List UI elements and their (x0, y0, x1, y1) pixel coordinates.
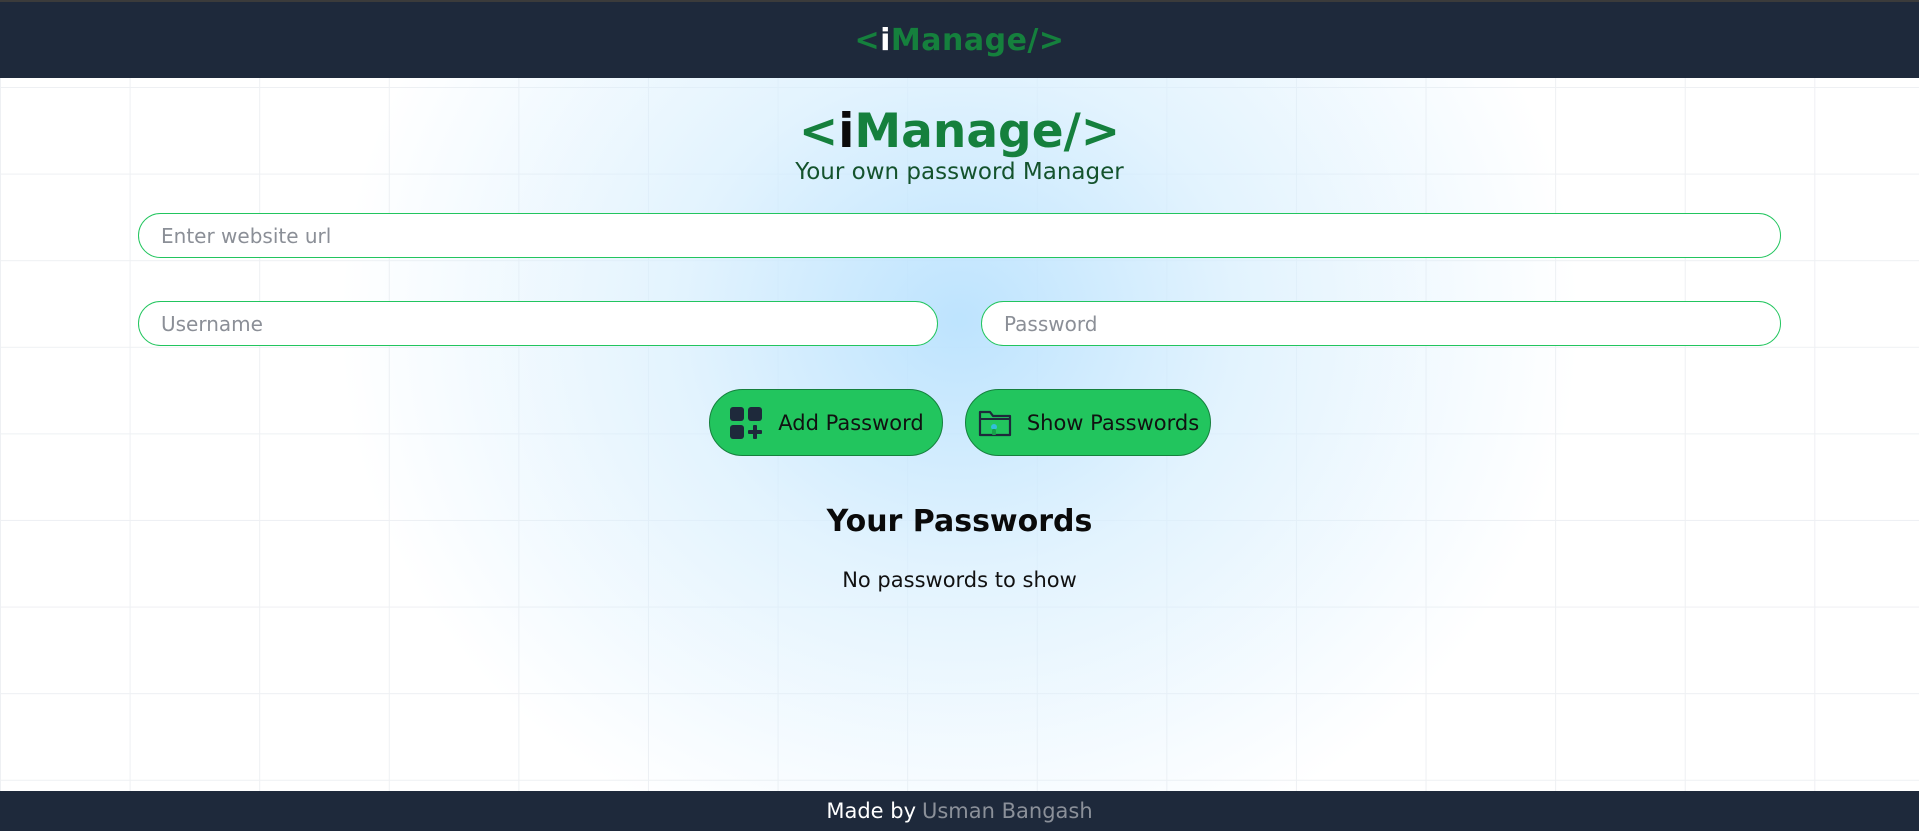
page-subtitle: Your own password Manager (795, 159, 1124, 185)
show-passwords-label: Show Passwords (1026, 410, 1200, 435)
title-right: Manage/> (854, 104, 1121, 159)
add-password-button[interactable]: Add Password (709, 389, 943, 456)
page-title: <iManage/> (0, 104, 1919, 159)
footer-author: Usman Bangash (922, 799, 1093, 823)
website-url-input[interactable] (138, 213, 1781, 258)
folder-icon (978, 410, 1011, 436)
title-mid: i (838, 104, 855, 159)
nav-logo-right: Manage/> (890, 22, 1065, 58)
password-input[interactable] (981, 301, 1781, 346)
grid-plus-icon (730, 406, 763, 439)
add-password-label: Add Password (778, 410, 924, 435)
footer-made-by: Made by (826, 799, 916, 823)
footer: Made by Usman Bangash (0, 791, 1919, 831)
main-content: <iManage/> Your own password Manager Add… (0, 78, 1919, 791)
nav-logo-left: < (854, 22, 881, 58)
title-left: < (798, 104, 839, 159)
show-passwords-button[interactable]: Show Passwords (965, 389, 1211, 456)
nav-logo-mid: i (880, 22, 891, 58)
top-navbar: <iManage/> (0, 0, 1919, 78)
empty-passwords-message: No passwords to show (842, 568, 1077, 592)
passwords-heading: Your Passwords (826, 504, 1093, 539)
nav-logo[interactable]: <iManage/> (854, 23, 1064, 58)
username-input[interactable] (138, 301, 938, 346)
